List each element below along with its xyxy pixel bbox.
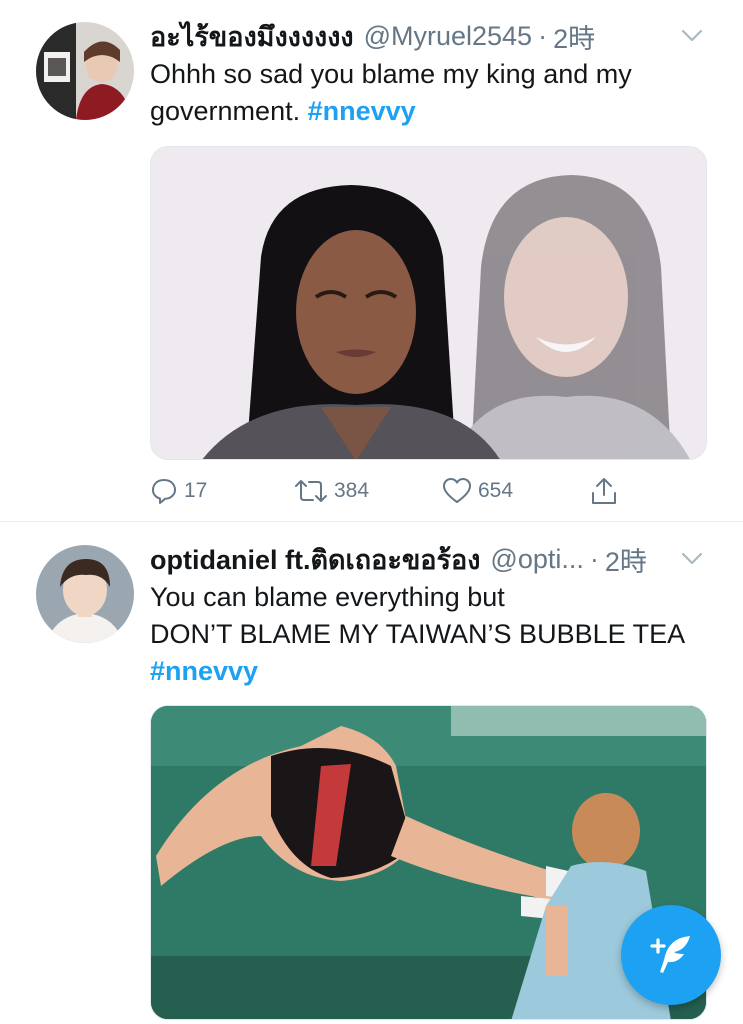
timestamp[interactable]: 2時 <box>605 540 647 579</box>
reply-count: 17 <box>184 479 208 502</box>
tweet-text: Ohhh so sad you blame my king and my gov… <box>150 56 720 130</box>
tweet-actions: 17 384 654 <box>150 474 630 508</box>
share-icon <box>592 478 616 504</box>
tweet-text-line: government. #nnevvy <box>150 93 720 130</box>
tweet[interactable]: อะไร้ของมึงงงงงง @Myruel2545 · 2時 Ohhh s… <box>0 0 743 522</box>
tweet-text: You can blame everything but DON’T BLAME… <box>150 579 720 690</box>
display-name[interactable]: อะไร้ของมึงงงงงง <box>150 15 354 58</box>
tweet-image[interactable] <box>150 146 707 460</box>
like-button[interactable]: 654 <box>442 474 513 508</box>
compose-tweet-button[interactable] <box>621 905 721 1005</box>
compose-tweet-icon <box>650 936 690 973</box>
hashtag-link[interactable]: #nnevvy <box>308 96 416 126</box>
retweet-button[interactable]: 384 <box>294 474 369 508</box>
tweet-text-line: DON’T BLAME MY TAIWAN’S BUBBLE TEA <box>150 619 686 649</box>
timestamp[interactable]: 2時 <box>553 17 595 56</box>
like-count: 654 <box>478 479 514 502</box>
tweet-text-line: You can blame everything but <box>150 582 505 612</box>
chevron-down-icon[interactable] <box>681 28 703 44</box>
user-handle[interactable]: @opti... <box>490 544 583 575</box>
retweet-icon <box>295 480 327 502</box>
chevron-down-icon[interactable] <box>681 551 703 567</box>
tweet-text-line: Ohhh so sad you blame my king and my <box>150 59 632 89</box>
reply-button[interactable]: 17 <box>150 474 207 508</box>
separator-dot: · <box>538 20 548 51</box>
user-handle[interactable]: @Myruel2545 <box>364 21 533 52</box>
hashtag-link[interactable]: #nnevvy <box>150 656 258 686</box>
like-icon <box>443 478 471 503</box>
separator-dot: · <box>589 543 599 574</box>
display-name[interactable]: optidaniel ft.ติดเถอะขอร้อง <box>150 538 480 581</box>
avatar[interactable] <box>36 545 134 643</box>
tweet-header: อะไร้ของมึงงงงงง @Myruel2545 · 2時 <box>150 16 703 56</box>
reply-icon <box>152 479 176 504</box>
retweet-count: 384 <box>334 479 370 502</box>
tweet-text-line: #nnevvy <box>150 653 720 690</box>
tweet-header: optidaniel ft.ติดเถอะขอร้อง @opti... · 2… <box>150 539 703 579</box>
avatar[interactable] <box>36 22 134 120</box>
tweet-text-fragment: government. <box>150 96 301 126</box>
share-button[interactable] <box>590 474 624 508</box>
